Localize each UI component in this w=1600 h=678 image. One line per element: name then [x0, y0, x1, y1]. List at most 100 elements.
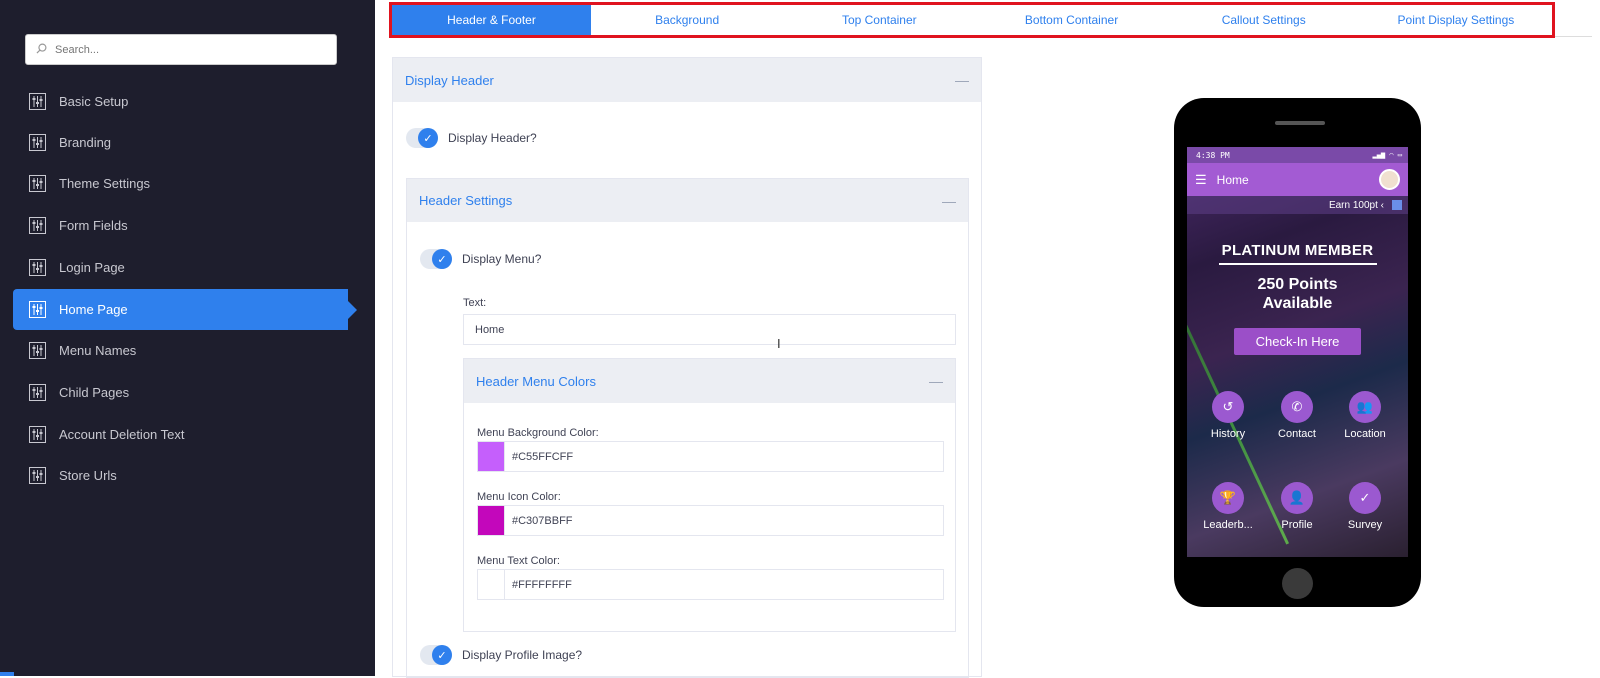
tabs-divider [1555, 36, 1592, 37]
menu-bg-color-label: Menu Background Color: [477, 427, 599, 439]
sidebar-item-form-fields[interactable]: Form Fields [13, 205, 348, 246]
tab-callout-settings[interactable]: Callout Settings [1168, 5, 1360, 35]
grid-item-contact: ✆ Contact [1260, 391, 1334, 440]
share-icon [1392, 200, 1402, 210]
display-header-toggle[interactable]: ✓ [406, 128, 438, 148]
menu-text-color-label: Menu Text Color: [477, 555, 560, 567]
menu-icon-color-label: Menu Icon Color: [477, 491, 561, 503]
menu-icon-color-group: Menu Icon Color: #C307BBFF [477, 491, 944, 536]
sidebar-item-label: Form Fields [59, 218, 128, 233]
phone-status-bar: 4:38 PM ▂▄▆ ◠ ▭ [1187, 147, 1408, 163]
points-available: 250 Points Available [1187, 275, 1408, 313]
check-icon: ✓ [1349, 482, 1381, 514]
menu-bg-color-field[interactable]: #C55FFCFF [477, 441, 944, 472]
sidebar-item-basic-setup[interactable]: Basic Setup [13, 81, 348, 122]
sliders-icon [29, 342, 46, 359]
member-tier: PLATINUM MEMBER [1221, 242, 1374, 259]
tab-header-footer[interactable]: Header & Footer [392, 5, 591, 35]
sidebar-item-child-pages[interactable]: Child Pages [13, 372, 348, 413]
check-icon: ✓ [432, 249, 452, 269]
menu-icon-color-field[interactable]: #C307BBFF [477, 505, 944, 536]
hamburger-icon: ☰ [1195, 171, 1207, 187]
sidebar-footer-accent [0, 672, 14, 676]
color-swatch[interactable] [478, 570, 505, 599]
grid-item-label: Leaderb... [1203, 519, 1253, 531]
history-icon: ↺ [1212, 391, 1244, 423]
display-menu-toggle[interactable]: ✓ [420, 249, 452, 269]
settings-tabs: Header & Footer Background Top Container… [389, 2, 1555, 38]
color-value: #FFFFFFFF [512, 578, 572, 591]
sliders-icon [29, 384, 46, 401]
display-profile-row: ✓ Display Profile Image? [420, 645, 582, 665]
grid-item-label: Location [1344, 428, 1386, 440]
member-divider [1218, 263, 1377, 265]
sliders-icon [29, 93, 46, 110]
display-header-accordion[interactable]: Display Header — [393, 58, 981, 102]
phone-screen: 4:38 PM ▂▄▆ ◠ ▭ ☰ Home Earn 100pt ‹ PLAT… [1187, 147, 1408, 557]
accordion-title: Header Settings [419, 193, 513, 208]
display-header-row: ✓ Display Header? [406, 128, 537, 148]
sliders-icon [29, 467, 46, 484]
earn-text: Earn 100pt ‹ [1328, 199, 1384, 211]
sidebar-item-theme-settings[interactable]: Theme Settings [13, 163, 348, 204]
toggle-label: Display Menu? [462, 252, 542, 266]
phone-home-button [1282, 568, 1313, 599]
grid-item-survey: ✓ Survey [1328, 482, 1402, 531]
tab-point-display-settings[interactable]: Point Display Settings [1360, 5, 1552, 35]
tab-background[interactable]: Background [591, 5, 783, 35]
text-cursor-icon: I [777, 336, 781, 351]
collapse-icon[interactable]: — [929, 373, 943, 389]
accordion-title: Display Header [405, 72, 494, 88]
sidebar-item-home-page[interactable]: Home Page [13, 289, 357, 330]
sidebar: Basic Setup Branding Theme Settings Form… [0, 0, 375, 676]
menu-text-color-field[interactable]: #FFFFFFFF [477, 569, 944, 600]
search-input[interactable] [55, 43, 315, 56]
grid-item-label: Contact [1278, 428, 1316, 440]
grid-item-profile: 👤 Profile [1260, 482, 1334, 531]
header-menu-colors-section: Header Menu Colors — Menu Background Col… [463, 358, 956, 632]
grid-item-location: 👥 Location [1328, 391, 1402, 440]
phone-icon: ✆ [1281, 391, 1313, 423]
grid-item-label: Survey [1347, 519, 1383, 531]
header-settings-section: Header Settings — ✓ Display Menu? Text: … [406, 178, 969, 678]
grid-item-label: Profile [1281, 519, 1313, 531]
sliders-icon [29, 259, 46, 276]
menu-text-group: Text: Home [463, 297, 956, 345]
search-box[interactable] [25, 34, 337, 65]
sidebar-item-branding[interactable]: Branding [13, 122, 348, 163]
grid-item-leaderboard: 🏆 Leaderb... [1191, 482, 1265, 531]
status-time: 4:38 PM [1196, 150, 1230, 160]
color-swatch[interactable] [478, 506, 505, 535]
grid-item-history: ↺ History [1191, 391, 1265, 440]
check-icon: ✓ [432, 645, 452, 665]
tab-top-container[interactable]: Top Container [783, 5, 975, 35]
collapse-icon[interactable]: — [942, 193, 956, 209]
sidebar-item-label: Child Pages [59, 385, 130, 400]
sliders-icon [29, 134, 46, 151]
sidebar-item-account-deletion-text[interactable]: Account Deletion Text [13, 414, 348, 455]
tab-bottom-container[interactable]: Bottom Container [975, 5, 1167, 35]
sidebar-item-menu-names[interactable]: Menu Names [13, 330, 348, 371]
menu-text-input[interactable]: Home [463, 314, 956, 345]
sidebar-item-login-page[interactable]: Login Page [13, 247, 348, 288]
phone-app-bar: ☰ Home [1187, 163, 1408, 196]
sidebar-item-store-urls[interactable]: Store Urls [13, 455, 348, 496]
sidebar-item-label: Branding [59, 135, 112, 150]
display-menu-row: ✓ Display Menu? [420, 249, 541, 269]
sliders-icon [29, 301, 46, 318]
display-profile-toggle[interactable]: ✓ [420, 645, 452, 665]
sidebar-item-label: Account Deletion Text [59, 427, 185, 442]
checkin-button: Check-In Here [1234, 328, 1361, 355]
color-value: #C55FFCFF [512, 450, 574, 463]
search-icon [36, 41, 47, 59]
phone-speaker [1275, 121, 1325, 125]
sidebar-item-label: Home Page [59, 302, 128, 317]
header-menu-colors-accordion[interactable]: Header Menu Colors — [464, 359, 955, 403]
header-settings-accordion[interactable]: Header Settings — [407, 179, 968, 222]
trophy-icon: 🏆 [1212, 482, 1244, 514]
menu-bg-color-group: Menu Background Color: #C55FFCFF [477, 427, 944, 472]
color-value: #C307BBFF [512, 514, 573, 527]
points-line2: Available [1262, 295, 1333, 312]
color-swatch[interactable] [478, 442, 505, 471]
collapse-icon[interactable]: — [955, 72, 969, 88]
